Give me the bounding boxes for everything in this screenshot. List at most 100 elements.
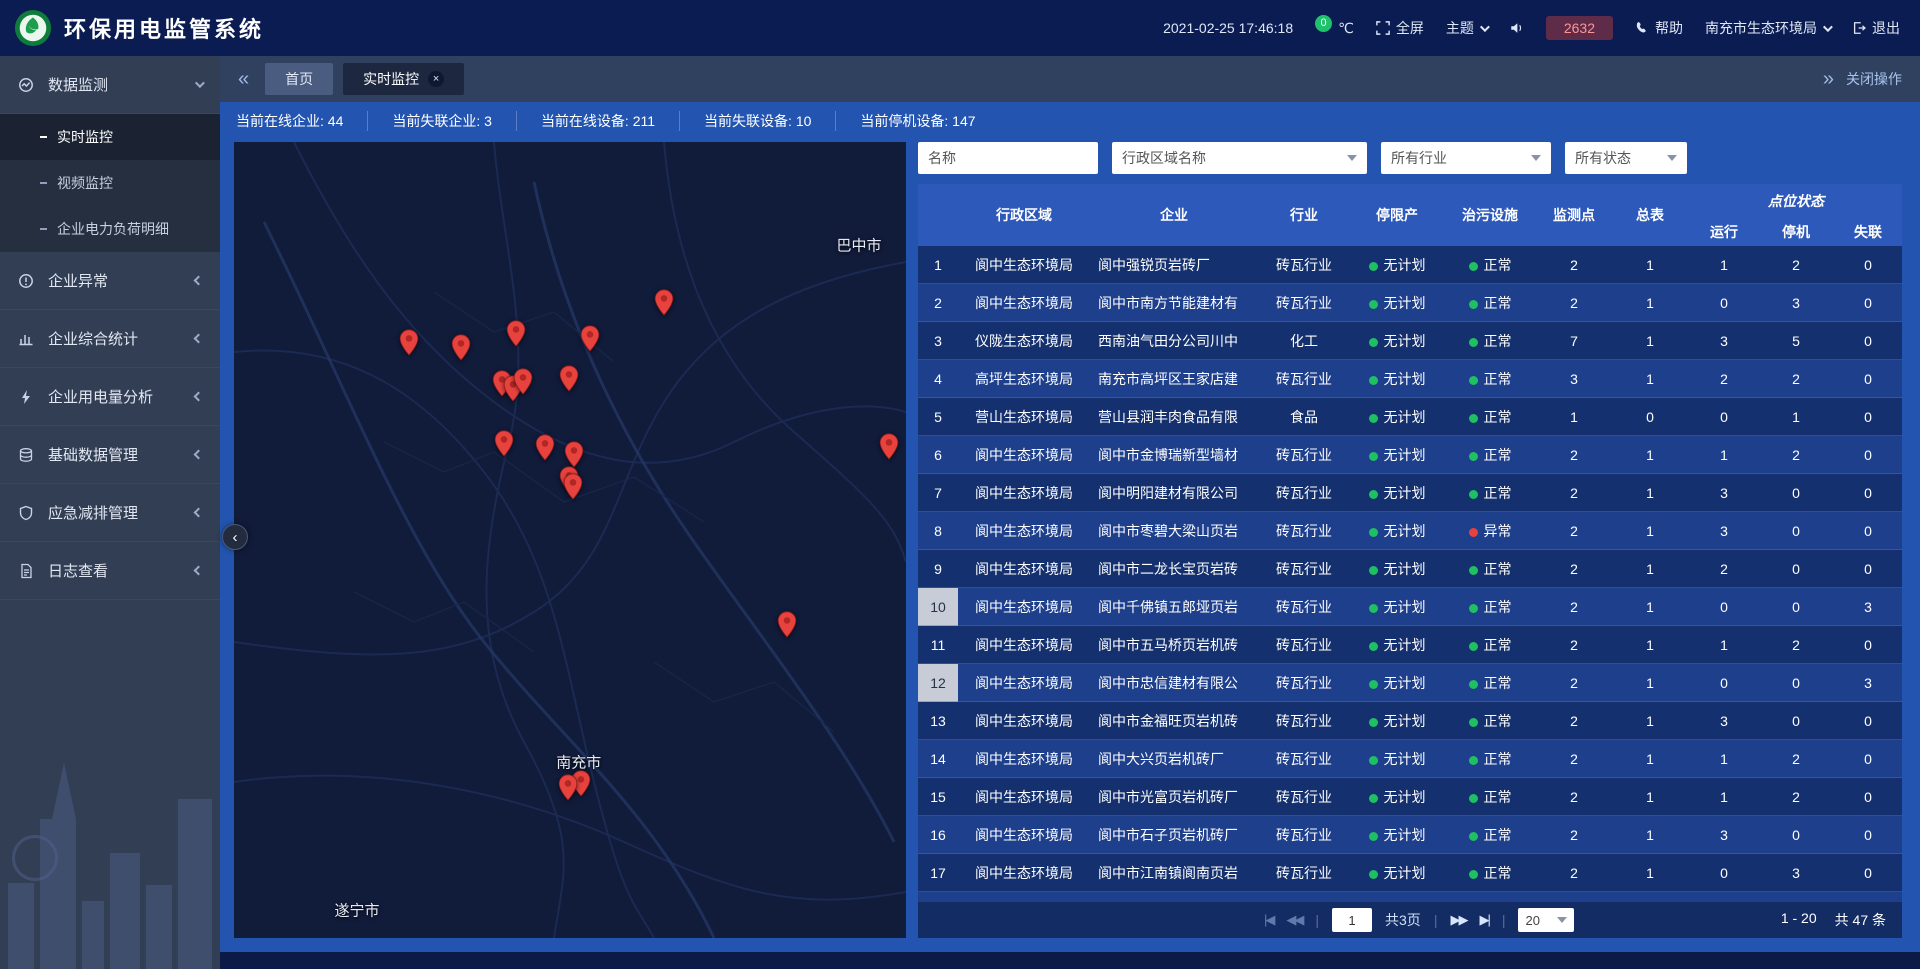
map-panel[interactable]: 巴中市南充市遂宁市 [234, 142, 906, 938]
sidebar-item-log-view[interactable]: 日志查看 [0, 542, 220, 600]
row-stop: 3 [1760, 284, 1832, 322]
sidebar-item-emergency-mgmt[interactable]: 应急减排管理 [0, 484, 220, 542]
table-row[interactable]: 12阆中生态环境局阆中市忠信建材有限公砖瓦行业无计划正常21003 [918, 664, 1902, 702]
sidebar-item-data-monitor[interactable]: 数据监测 [0, 56, 220, 114]
table-row[interactable]: 18南部生态环境局南部县建兴建材有限公砖瓦行业无计划正常21030 [918, 892, 1902, 902]
state-filter-select[interactable]: 所有状态 [1565, 142, 1687, 174]
tab-close-icon[interactable]: × [428, 71, 444, 87]
row-facility: 正常 [1444, 892, 1536, 902]
sidebar-subitem[interactable]: 视频监控 [0, 160, 220, 206]
sidebar-subitem[interactable]: 实时监控 [0, 114, 220, 160]
close-operations-button[interactable]: 关闭操作 [1846, 69, 1902, 89]
logout-button[interactable]: 退出 [1852, 18, 1900, 38]
table-row[interactable]: 10阆中生态环境局阆中千佛镇五郎垭页岩砖瓦行业无计划正常21003 [918, 588, 1902, 626]
table-row[interactable]: 8阆中生态环境局阆中市枣碧大梁山页岩砖瓦行业无计划异常21300 [918, 512, 1902, 550]
status-dot-icon [1369, 756, 1378, 765]
table-row[interactable]: 5营山生态环境局营山县润丰肉食品有限食品无计划正常10010 [918, 398, 1902, 436]
map-pin-icon[interactable] [777, 611, 797, 638]
map-pin-icon[interactable] [879, 433, 899, 460]
main-area: « 首页实时监控× » 关闭操作 当前在线企业: 44当前失联企业: 3当前在线… [220, 56, 1920, 969]
last-page-button[interactable]: ▶| [1479, 912, 1488, 928]
map-pin-icon[interactable] [513, 368, 533, 395]
row-run: 0 [1688, 284, 1760, 322]
sidebar-subitem[interactable]: 企业电力负荷明细 [0, 206, 220, 252]
status-dot-icon [1369, 566, 1378, 575]
bottom-fill [220, 952, 1920, 969]
row-points: 2 [1536, 664, 1612, 702]
sidebar-item-company-abnormal[interactable]: 企业异常 [0, 252, 220, 310]
name-filter-input[interactable] [918, 142, 1098, 174]
table-row[interactable]: 9阆中生态环境局阆中市二龙长宝页岩砖砖瓦行业无计划正常21200 [918, 550, 1902, 588]
row-points: 2 [1536, 246, 1612, 284]
map-pin-icon[interactable] [494, 430, 514, 457]
row-index: 11 [918, 626, 958, 664]
status-dot-icon [1369, 452, 1378, 461]
table-row[interactable]: 16阆中生态环境局阆中市石子页岩机砖厂砖瓦行业无计划正常21300 [918, 816, 1902, 854]
next-page-button[interactable]: ▶▶ [1450, 912, 1466, 928]
notification-count-badge[interactable]: 2632 [1546, 16, 1613, 40]
map-pin-icon[interactable] [558, 774, 578, 801]
tab-实时监控[interactable]: 实时监控× [343, 63, 464, 95]
row-meters: 1 [1612, 588, 1688, 626]
map-pin-icon[interactable] [580, 325, 600, 352]
org-dropdown[interactable]: 南充市生态环境局 [1705, 18, 1830, 38]
sidebar-collapse-button[interactable]: ‹ [222, 524, 248, 550]
map-pin-icon[interactable] [564, 441, 584, 468]
row-run: 1 [1688, 740, 1760, 778]
sidebar-item-label: 数据监测 [48, 74, 183, 95]
row-meters: 1 [1612, 664, 1688, 702]
map-pin-icon[interactable] [563, 473, 583, 500]
temperature-unit: ℃ [1338, 20, 1354, 37]
tabs-scroll-left-button[interactable]: « [238, 69, 249, 89]
sound-icon[interactable] [1509, 21, 1524, 35]
table-row[interactable]: 4高坪生态环境局南充市高坪区王家店建砖瓦行业无计划正常31220 [918, 360, 1902, 398]
row-limit: 无计划 [1350, 854, 1444, 892]
sidebar-item-label: 基础数据管理 [48, 444, 183, 465]
page-number-input[interactable] [1332, 908, 1372, 932]
sidebar-item-company-stats[interactable]: 企业综合统计 [0, 310, 220, 368]
status-dot-icon [1469, 870, 1478, 879]
map-pin-icon[interactable] [399, 329, 419, 356]
industry-filter-select[interactable]: 所有行业 [1381, 142, 1551, 174]
row-stop: 3 [1760, 854, 1832, 892]
table-row[interactable]: 14阆中生态环境局阆中大兴页岩机砖厂砖瓦行业无计划正常21120 [918, 740, 1902, 778]
table-row[interactable]: 7阆中生态环境局阆中明阳建材有限公司砖瓦行业无计划正常21300 [918, 474, 1902, 512]
brand: 环保用电监管系统 [14, 9, 264, 47]
total-pages-label: 共3页 [1385, 910, 1421, 930]
chevron-down-icon [1823, 22, 1833, 32]
table-row[interactable]: 17阆中生态环境局阆中市江南镇阆南页岩砖瓦行业无计划正常21030 [918, 854, 1902, 892]
first-page-button[interactable]: |◀ [1264, 912, 1273, 928]
table-row[interactable]: 6阆中生态环境局阆中市金博瑞新型墙材砖瓦行业无计划正常21120 [918, 436, 1902, 474]
row-index: 4 [918, 360, 958, 398]
table-row[interactable]: 11阆中生态环境局阆中市五马桥页岩机砖砖瓦行业无计划正常21120 [918, 626, 1902, 664]
prev-page-button[interactable]: ◀◀ [1286, 912, 1302, 928]
sidebar-item-power-analysis[interactable]: 企业用电量分析 [0, 368, 220, 426]
table-row[interactable]: 2阆中生态环境局阆中市南方节能建材有砖瓦行业无计划正常21030 [918, 284, 1902, 322]
row-limit: 无计划 [1350, 284, 1444, 322]
map-pin-icon[interactable] [506, 320, 526, 347]
row-index: 17 [918, 854, 958, 892]
tab-首页[interactable]: 首页 [265, 63, 333, 95]
tabs-scroll-right-button[interactable]: » [1823, 69, 1834, 89]
map-pin-icon[interactable] [451, 334, 471, 361]
row-region: 阆中生态环境局 [958, 246, 1090, 284]
table-row[interactable]: 13阆中生态环境局阆中市金福旺页岩机砖砖瓦行业无计划正常21300 [918, 702, 1902, 740]
table-row[interactable]: 1阆中生态环境局阆中强锐页岩砖厂砖瓦行业无计划正常21120 [918, 246, 1902, 284]
page-size-select[interactable]: 20 [1518, 908, 1574, 932]
data-monitor-icon [18, 77, 36, 93]
region-filter-select[interactable]: 行政区域名称 [1112, 142, 1367, 174]
map-pin-icon[interactable] [559, 365, 579, 392]
status-dot-icon [1369, 718, 1378, 727]
row-company: 阆中千佛镇五郎垭页岩 [1090, 588, 1258, 626]
fullscreen-button[interactable]: 全屏 [1376, 18, 1424, 38]
sidebar-item-base-data[interactable]: 基础数据管理 [0, 426, 220, 484]
theme-dropdown[interactable]: 主题 [1446, 18, 1487, 38]
status-dot-icon [1369, 262, 1378, 271]
map-pin-icon[interactable] [654, 289, 674, 316]
map-pin-icon[interactable] [535, 434, 555, 461]
table-row[interactable]: 15阆中生态环境局阆中市光富页岩机砖厂砖瓦行业无计划正常21120 [918, 778, 1902, 816]
app-title: 环保用电监管系统 [64, 12, 264, 44]
help-button[interactable]: 帮助 [1635, 18, 1683, 38]
table-row[interactable]: 3仪陇生态环境局西南油气田分公司川中化工无计划正常71350 [918, 322, 1902, 360]
row-company: 阆中市金福旺页岩机砖 [1090, 702, 1258, 740]
